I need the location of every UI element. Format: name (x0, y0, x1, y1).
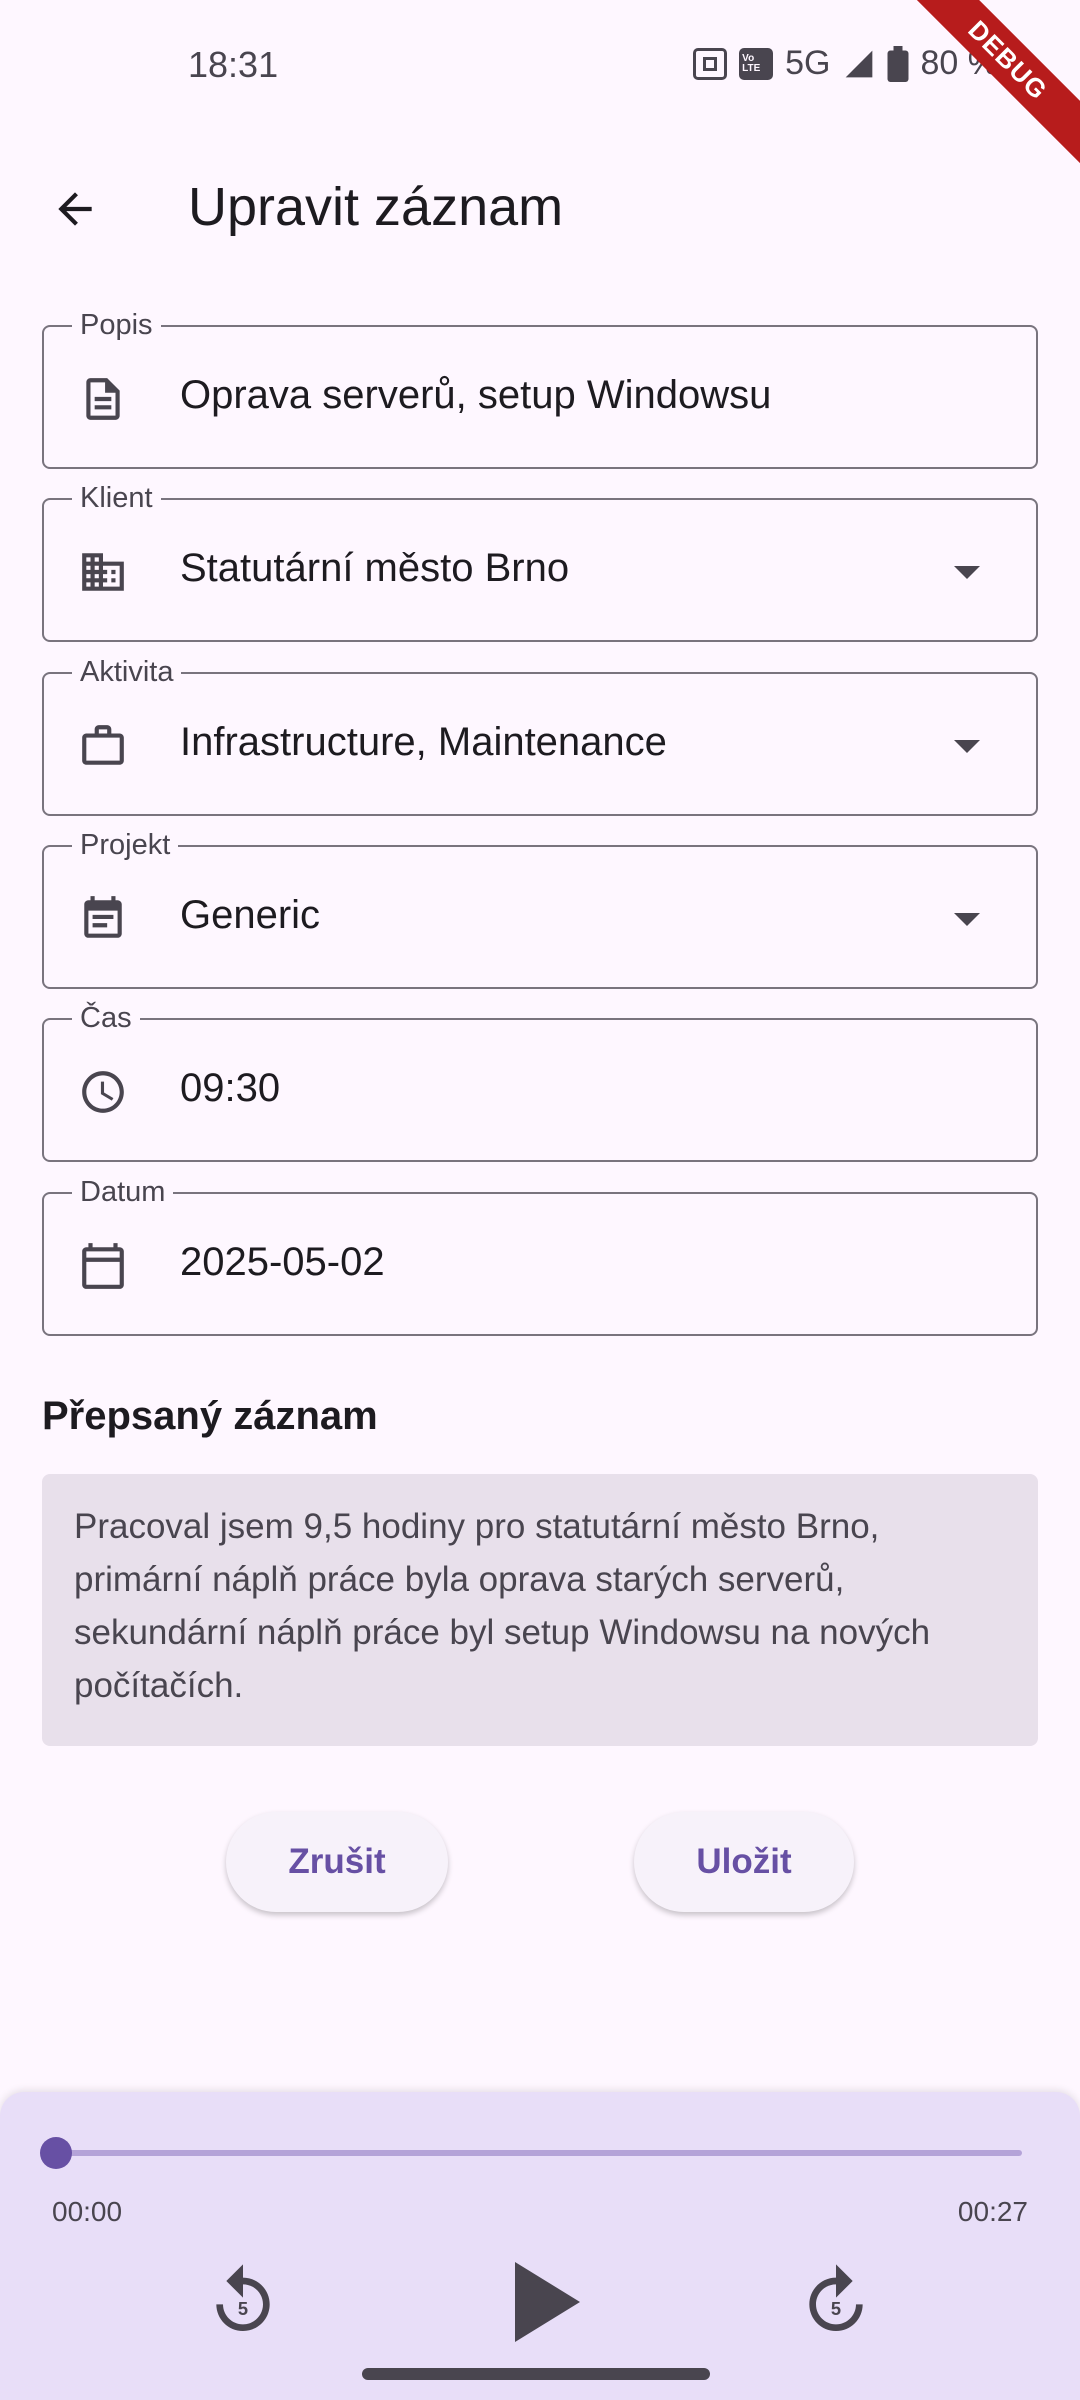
document-icon (86, 378, 120, 420)
audio-player: 00:00 00:27 5 5 (0, 2092, 1080, 2400)
dropdown-arrow-icon (954, 566, 980, 579)
clock-icon (82, 1071, 124, 1113)
briefcase-icon (82, 725, 124, 765)
slider-thumb[interactable] (40, 2137, 72, 2169)
arrow-back-icon (58, 192, 92, 226)
dropdown-arrow-icon (954, 740, 980, 753)
status-time: 18:31 (188, 44, 279, 85)
projekt-value: Generic (180, 893, 321, 937)
nfc-icon (693, 47, 728, 80)
datum-input[interactable]: 2025-05-02 (180, 1240, 385, 1285)
rewind-5-button[interactable]: 5 (198, 2256, 288, 2346)
volte-icon: Vo LTE (739, 47, 774, 80)
aktivita-label: Aktivita (72, 656, 182, 689)
cas-input[interactable]: 09:30 (180, 1066, 280, 1111)
progress-slider[interactable] (56, 2150, 1022, 2156)
play-button[interactable] (500, 2252, 590, 2352)
app-bar: Upravit záznam (0, 150, 1080, 270)
duration-time: 00:27 (957, 2196, 1028, 2227)
klient-label: Klient (72, 482, 161, 515)
transcript-text: Pracoval jsem 9,5 hodiny pro statutární … (74, 1507, 931, 1705)
forward-5-button[interactable]: 5 (791, 2256, 881, 2346)
aktivita-dropdown[interactable]: Aktivita Infrastructure, Maintenance (42, 656, 1038, 816)
klient-dropdown[interactable]: Klient Statutární město Brno (42, 482, 1038, 642)
save-button[interactable]: Uložit (634, 1812, 854, 1912)
forward-5-icon: 5 (809, 2264, 863, 2331)
datum-label: Datum (72, 1176, 174, 1209)
popis-label: Popis (72, 309, 161, 342)
status-bar: 18:31 Vo LTE 5G 80 % (0, 0, 1080, 130)
projekt-dropdown[interactable]: Projekt Generic (42, 829, 1038, 989)
calendar-icon (82, 1243, 124, 1289)
replay-5-icon: 5 (216, 2264, 270, 2331)
dropdown-arrow-icon (954, 913, 980, 926)
aktivita-value: Infrastructure, Maintenance (180, 720, 667, 764)
projekt-label: Projekt (72, 829, 179, 862)
forward-seconds: 5 (831, 2298, 841, 2319)
page-title: Upravit záznam (188, 177, 564, 237)
network-type: 5G (785, 44, 831, 82)
signal-icon (845, 50, 872, 77)
transcript-box: Pracoval jsem 9,5 hodiny pro statutární … (42, 1474, 1038, 1746)
position-time: 00:00 (52, 2196, 123, 2227)
battery-icon (887, 45, 908, 82)
cas-field[interactable]: Čas 09:30 (42, 1002, 1038, 1162)
building-icon (82, 553, 124, 591)
home-indicator[interactable] (362, 2368, 710, 2380)
cas-label: Čas (72, 1002, 140, 1035)
back-button[interactable] (40, 174, 110, 244)
play-icon (515, 2262, 580, 2342)
status-icons: Vo LTE 5G 80 % (693, 44, 998, 83)
datum-field[interactable]: Datum 2025-05-02 (42, 1176, 1038, 1336)
popis-input[interactable]: Oprava serverů, setup Windowsu (180, 373, 771, 418)
cancel-button[interactable]: Zrušit (226, 1812, 448, 1912)
transcript-heading: Přepsaný záznam (42, 1394, 378, 1438)
event-note-icon (84, 896, 122, 938)
rewind-seconds: 5 (238, 2298, 248, 2319)
klient-value: Statutární město Brno (180, 546, 570, 590)
popis-field[interactable]: Popis Oprava serverů, setup Windowsu (42, 309, 1038, 469)
